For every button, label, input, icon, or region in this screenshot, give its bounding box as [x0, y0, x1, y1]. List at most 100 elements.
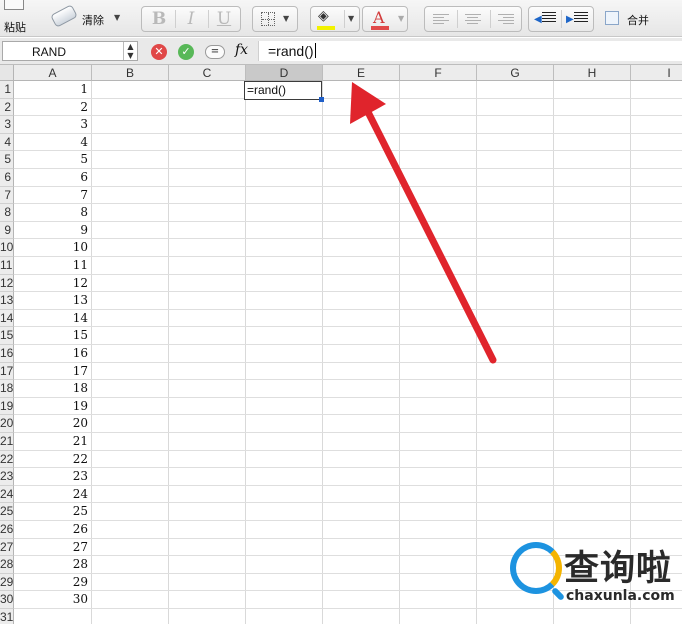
row-header[interactable]: 9: [0, 221, 14, 240]
row-header[interactable]: 14: [0, 309, 14, 328]
name-box-stepper-icon[interactable]: ▲ ▼: [123, 42, 137, 60]
row-header[interactable]: 21: [0, 433, 14, 451]
cell-a-value[interactable]: 2: [14, 99, 92, 117]
align-left-icon[interactable]: [433, 14, 449, 26]
fill-handle[interactable]: [319, 97, 324, 102]
row-header[interactable]: 28: [0, 556, 14, 574]
clear-dropdown-arrow-icon[interactable]: ▼: [114, 13, 120, 22]
row-header[interactable]: 27: [0, 538, 14, 557]
cell-a-value[interactable]: 10: [14, 239, 92, 257]
row-header[interactable]: 13: [0, 292, 14, 310]
cell-a-value[interactable]: 20: [14, 415, 92, 433]
cancel-formula-button[interactable]: ✕: [151, 44, 167, 60]
cell-a-value[interactable]: 8: [14, 204, 92, 222]
row-header[interactable]: 4: [0, 133, 14, 152]
cell-a-value[interactable]: 21: [14, 433, 92, 451]
row-header[interactable]: 2: [0, 98, 14, 117]
paste-button[interactable]: 粘贴: [4, 19, 26, 35]
cell-a-value[interactable]: 6: [14, 169, 92, 187]
row-header[interactable]: 25: [0, 503, 14, 521]
formula-input[interactable]: =rand(): [258, 41, 682, 61]
cell-a-value[interactable]: 18: [14, 380, 92, 398]
merge-button[interactable]: 合并: [627, 12, 649, 28]
cell-a-value[interactable]: 17: [14, 363, 92, 381]
cell-a-value[interactable]: 28: [14, 556, 92, 574]
column-header-g[interactable]: G: [477, 65, 554, 81]
column-header-e[interactable]: E: [323, 65, 400, 81]
cell-a-value[interactable]: 4: [14, 134, 92, 152]
increase-indent-icon[interactable]: ▶: [566, 12, 588, 27]
cell-a-value[interactable]: 24: [14, 486, 92, 504]
align-right-icon[interactable]: [498, 14, 514, 26]
cell-a-value[interactable]: 1: [14, 81, 92, 99]
grid-line-vertical: [476, 81, 477, 624]
align-center-icon[interactable]: [465, 14, 481, 26]
column-header-i[interactable]: I: [631, 65, 682, 81]
cell-a-value[interactable]: 22: [14, 451, 92, 469]
cell-a-value[interactable]: 13: [14, 292, 92, 310]
cell-a-value[interactable]: 3: [14, 116, 92, 134]
row-header[interactable]: 1: [0, 81, 14, 99]
cell-a-value[interactable]: 26: [14, 521, 92, 539]
cell-a-value[interactable]: 15: [14, 327, 92, 345]
row-header[interactable]: 26: [0, 521, 14, 539]
borders-button[interactable]: ▼: [252, 6, 298, 32]
decrease-indent-icon[interactable]: ◀: [534, 12, 556, 27]
cell-a-value[interactable]: 16: [14, 345, 92, 363]
row-header[interactable]: 29: [0, 573, 14, 592]
text-caret: [314, 43, 316, 58]
font-color-button[interactable]: A ▼: [362, 6, 408, 32]
merge-cells-icon[interactable]: [605, 11, 619, 25]
row-header[interactable]: 30: [0, 591, 14, 609]
row-header[interactable]: 6: [0, 169, 14, 187]
eraser-icon[interactable]: [50, 4, 78, 28]
cell-a-value[interactable]: 9: [14, 222, 92, 240]
row-header[interactable]: 20: [0, 415, 14, 433]
row-header[interactable]: 10: [0, 239, 14, 257]
active-cell-d1[interactable]: =rand(): [244, 81, 324, 102]
row-header[interactable]: 5: [0, 151, 14, 169]
select-all-corner[interactable]: [0, 65, 14, 81]
cell-a-value[interactable]: 12: [14, 275, 92, 293]
clear-button[interactable]: 清除: [82, 12, 104, 28]
row-header[interactable]: 23: [0, 468, 14, 486]
row-header[interactable]: 18: [0, 380, 14, 398]
cell-a-value[interactable]: 29: [14, 574, 92, 592]
row-header[interactable]: 22: [0, 450, 14, 469]
column-header-f[interactable]: F: [400, 65, 477, 81]
row-header[interactable]: 31: [0, 609, 14, 624]
cell-a-value[interactable]: 27: [14, 539, 92, 557]
cell-a-value[interactable]: 14: [14, 310, 92, 328]
row-header[interactable]: 17: [0, 362, 14, 381]
row-header[interactable]: 7: [0, 186, 14, 205]
row-header[interactable]: 3: [0, 116, 14, 134]
name-box[interactable]: RAND ▲ ▼: [2, 41, 138, 61]
column-header-d[interactable]: D: [246, 65, 323, 81]
row-header[interactable]: 19: [0, 397, 14, 416]
confirm-formula-button[interactable]: ✓: [178, 44, 194, 60]
cell-a-value[interactable]: 25: [14, 503, 92, 521]
row-header[interactable]: 15: [0, 327, 14, 345]
row-header[interactable]: 11: [0, 257, 14, 275]
clipboard-icon[interactable]: [4, 0, 24, 10]
italic-button[interactable]: I: [176, 9, 206, 29]
cell-a-value[interactable]: 30: [14, 591, 92, 609]
row-header[interactable]: 8: [0, 204, 14, 222]
fx-icon[interactable]: fx: [235, 42, 248, 58]
cell-a-value[interactable]: 19: [14, 398, 92, 416]
insert-function-toggle[interactable]: =: [205, 45, 225, 59]
row-header[interactable]: 16: [0, 345, 14, 363]
underline-button[interactable]: U: [209, 9, 239, 29]
column-header-a[interactable]: A: [14, 65, 92, 81]
cell-a-value[interactable]: 11: [14, 257, 92, 275]
row-header[interactable]: 12: [0, 274, 14, 293]
column-header-h[interactable]: H: [554, 65, 631, 81]
row-header[interactable]: 24: [0, 485, 14, 504]
cell-a-value[interactable]: 5: [14, 151, 92, 169]
column-header-b[interactable]: B: [92, 65, 169, 81]
fill-color-button[interactable]: ◈ ▼: [310, 6, 360, 32]
column-header-c[interactable]: C: [169, 65, 246, 81]
bold-button[interactable]: B: [144, 9, 174, 29]
cell-a-value[interactable]: 7: [14, 187, 92, 205]
cell-a-value[interactable]: 23: [14, 468, 92, 486]
